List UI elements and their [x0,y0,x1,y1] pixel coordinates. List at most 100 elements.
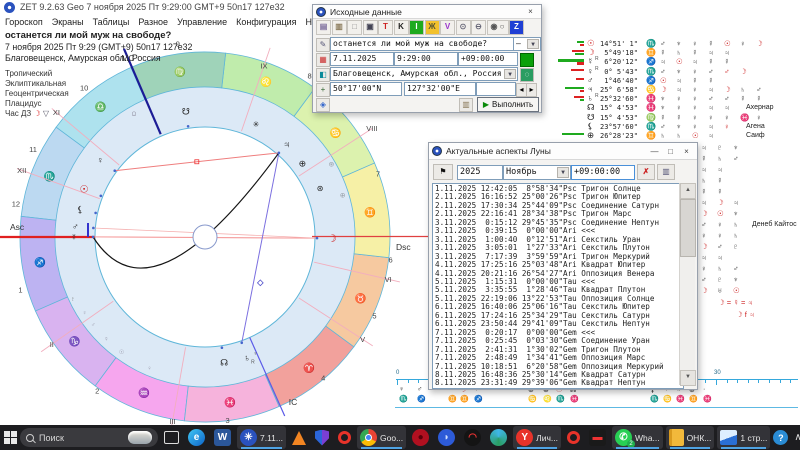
month-combo[interactable]: Ноябрь ▼ [503,165,571,180]
next-button[interactable]: ▸ [526,83,537,97]
scrollbar[interactable]: ▲ ▼ [679,183,696,386]
map-icon[interactable]: ◧ [316,68,330,82]
copy-icon[interactable]: ▥ [459,98,473,112]
save-icon[interactable]: ▣ [362,20,378,35]
copy-icon[interactable]: ▥ [331,20,347,35]
minimize-icon[interactable]: — [647,146,662,157]
lilith-glyph: ⚸ [77,205,84,215]
sign-glyph-aquarius: ♒ [138,387,150,399]
close-icon[interactable]: × [523,6,538,17]
start-button[interactable] [4,431,17,444]
z-icon[interactable]: Z [509,20,524,35]
globe-icon[interactable] [487,426,510,449]
aspect-glyph: ♀ [692,39,698,48]
aspect-row[interactable]: 8.11.2025 23:31:49 29°39'06"Gem Квадрат … [435,378,681,387]
help-globe-icon[interactable]: ? [773,430,789,445]
place-combo[interactable]: Благовещенск, Амурская обл., Россия ▼ [330,67,518,81]
year-input[interactable]: 2025 [457,165,503,180]
time-input[interactable]: 9:29:00 [394,52,458,66]
search-input[interactable]: Поиск [20,428,158,447]
yandex-window[interactable]: Y Лич... [513,426,561,449]
zh-icon[interactable]: Ж [424,20,440,35]
new-icon[interactable]: □ [347,20,362,35]
opera2-icon[interactable] [564,426,583,449]
menu-конфигурация[interactable]: Конфигурация [236,17,296,27]
card-icon[interactable]: ▬ [586,426,609,449]
font-icon[interactable]: Т [378,20,393,35]
weather-icon[interactable] [128,431,152,444]
minus-icon[interactable]: ⊖ [471,20,486,35]
strength-bar [572,50,584,53]
ruler-tick [747,379,749,383]
task-view-icon[interactable] [161,426,182,449]
defender-icon[interactable] [312,426,332,449]
flag-button[interactable]: ⚑ [433,164,453,180]
record-icon[interactable]: ● [409,426,432,449]
aspect-glyph: ♂ [660,66,666,76]
paste-icon[interactable]: ▤ [316,20,331,35]
aspects-list[interactable]: 1.11.2025 12:42:05 8°58'34"Psc Тригон Со… [432,183,684,389]
planet-glyph: ⚸ [587,120,594,131]
asc-label: Asc [10,222,25,232]
planet-longitude: 23°57'60" [600,122,638,131]
k-icon[interactable]: K [393,20,409,35]
page-window[interactable]: 1 стр... [717,426,771,449]
word-icon[interactable]: W [211,426,234,449]
scroll-thumb[interactable] [680,199,696,257]
aspect-glyph: ♂ [717,242,723,251]
vlc-icon[interactable] [289,426,309,449]
edge-icon[interactable]: e [185,426,208,449]
ok-color-button[interactable] [520,53,534,67]
sign-glyph: ♋ [646,85,656,94]
radio-icon[interactable]: ◉ ○ [486,20,509,35]
menu-управление[interactable]: Управление [177,17,227,27]
delete-icon[interactable]: ✗ [637,164,655,180]
menu-гороскоп[interactable]: Гороскоп [5,17,43,27]
planet-hour: Час ДЗ ☽ ▽ [5,109,50,118]
whatsapp-window[interactable]: ✆ 2 Wha... [612,426,663,449]
tray-expand-icon[interactable]: ∧ [794,432,800,443]
coord-system: Эклиптикальная [5,79,67,88]
latitude-input[interactable]: 50°17'00"N [330,82,402,96]
music-icon[interactable]: ◠ [461,426,484,449]
aspect-glyph: ☿ [701,154,707,163]
opera-icon[interactable] [335,426,354,449]
blue-app-icon[interactable]: ◗ [435,426,458,449]
coordinates-icon[interactable]: + [316,83,330,97]
onk-window[interactable]: ОНК... [665,426,715,449]
aspect-glyph: ♃ [701,253,707,262]
question-input[interactable]: останется ли мой муж на свободе? [330,37,514,51]
play-icon: ▶ [482,100,490,109]
aspect-glyph: ♆ [660,103,666,113]
i-icon[interactable]: I [409,20,424,35]
aspect-glyph: ♆ [733,143,739,152]
zet-window[interactable]: ✳ 7.11... [237,426,286,449]
aspects-dialog-titlebar[interactable]: Актуальные аспекты Луны — □ × [429,143,697,160]
copy-icon[interactable]: ▥ [657,164,675,180]
longitude-input[interactable]: 127°32'00"E [404,82,476,96]
timezone-input[interactable]: +09:00:00 [458,52,518,66]
chrome-window[interactable]: Goo... [357,426,407,449]
v-icon[interactable]: V [440,20,455,35]
calendar-icon[interactable]: ▦ [316,53,330,67]
menu-разное[interactable]: Разное [138,17,168,27]
run-button[interactable]: ▶ Выполнить [477,97,539,112]
sign-glyph: ♓ [646,103,656,113]
maximize-icon[interactable]: □ [663,146,678,157]
tz-input[interactable]: +09:00:00 [571,165,635,180]
aspect-glyph: ☿ [660,48,666,58]
menu-таблицы[interactable]: Таблицы [93,17,130,27]
retro-marker: R [595,93,599,100]
options-icon[interactable]: ◈ [316,98,330,112]
source-dialog-titlebar[interactable]: Исходные данные × [313,5,541,19]
date-input[interactable]: 7.11.2025 [330,52,394,66]
scroll-up-icon[interactable]: ▲ [680,183,696,199]
scroll-down-icon[interactable]: ▼ [680,370,696,386]
sun-icon[interactable]: ⊙ [455,20,471,35]
close-icon[interactable]: × [679,146,694,157]
menu-экраны[interactable]: Экраны [52,17,84,27]
rating-combo[interactable]: – ▼ [513,37,541,51]
edit-icon[interactable]: ✎ [316,38,330,52]
altitude-input[interactable] [476,82,516,96]
atlas-button[interactable]: ◌ [520,68,534,82]
